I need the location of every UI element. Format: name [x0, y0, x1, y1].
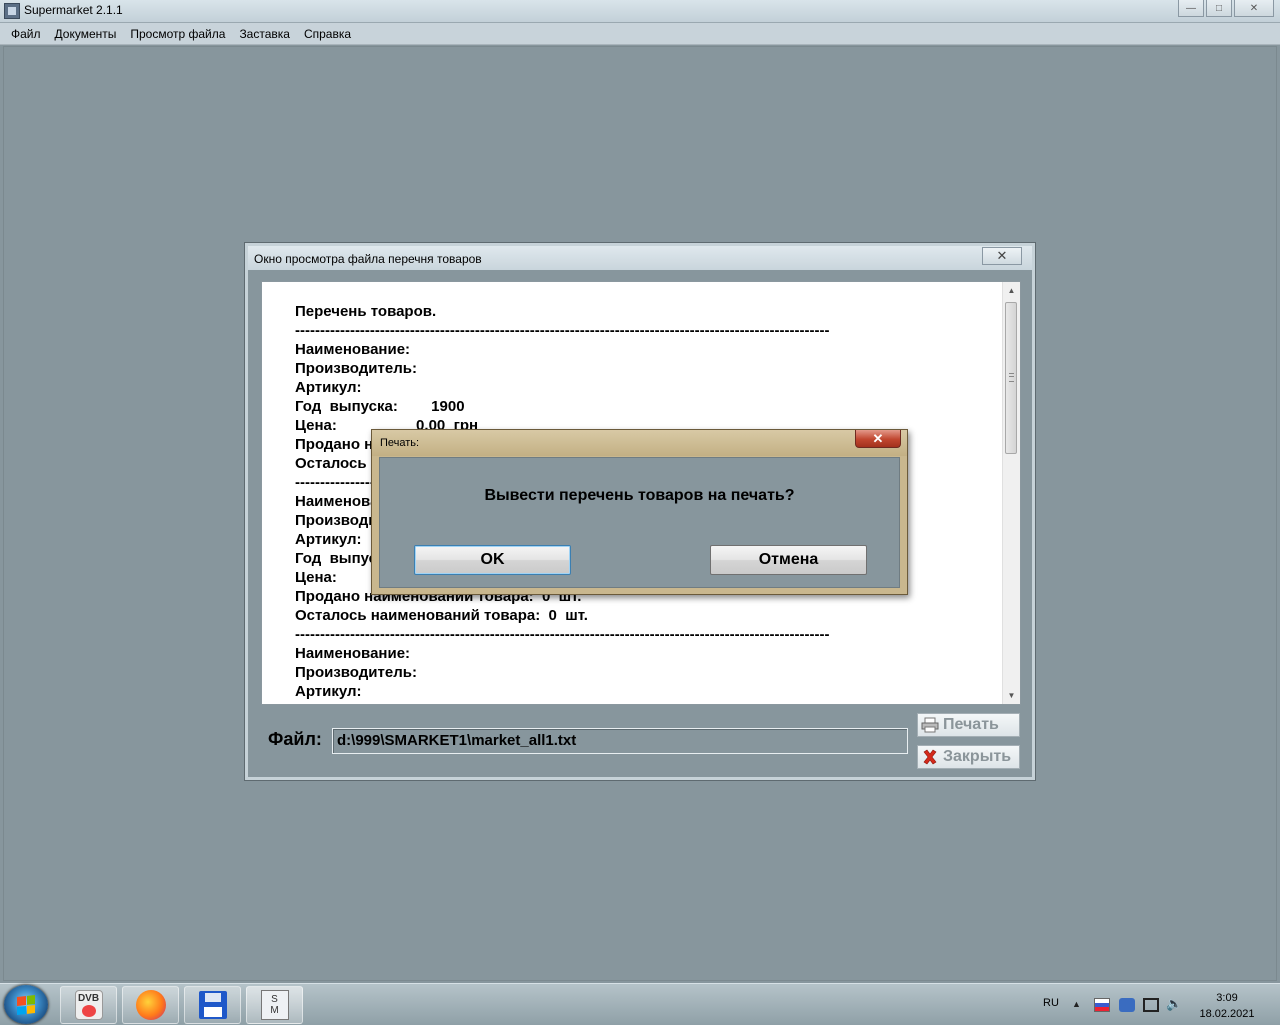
scroll-grip-icon — [1009, 373, 1014, 382]
menu-file[interactable]: Файл — [11, 27, 41, 41]
menu-splash[interactable]: Заставка — [239, 27, 290, 41]
maximize-button[interactable]: □ — [1206, 0, 1232, 17]
file-label: Файл: — [268, 729, 322, 749]
dialog-message: Вывести перечень товаров на печать? — [484, 487, 795, 504]
viewer-close-button[interactable]: ✕ — [982, 247, 1022, 265]
firefox-icon — [135, 990, 166, 1020]
print-button[interactable]: Печать — [917, 713, 1020, 737]
viewer-title: Окно просмотра файла перечня товаров — [254, 252, 482, 266]
clock-date: 18.02.2021 — [1199, 1008, 1255, 1020]
taskbar-firefox[interactable] — [122, 986, 179, 1024]
clock-time: 3:09 — [1216, 992, 1238, 1004]
clock[interactable]: 3:09 18.02.2021 — [1192, 990, 1262, 1022]
printer-icon — [921, 716, 939, 734]
print-button-label: Печать — [943, 716, 999, 733]
close-button[interactable]: ✕ — [1234, 0, 1274, 17]
dialog-close-button[interactable]: ✕ — [855, 430, 901, 448]
volume-icon[interactable]: 🔈 — [1166, 996, 1182, 1011]
close-viewer-button[interactable]: Закрыть — [917, 745, 1020, 769]
taskbar-supermarket[interactable]: SM — [246, 986, 303, 1024]
app-icon — [4, 3, 20, 19]
scroll-down-icon[interactable]: ▼ — [1003, 687, 1020, 704]
scroll-thumb[interactable] — [1005, 302, 1017, 454]
menu-documents[interactable]: Документы — [55, 27, 117, 41]
minimize-button[interactable]: — — [1178, 0, 1204, 17]
tray-flag-icon[interactable] — [1094, 998, 1110, 1012]
menu-view-file[interactable]: Просмотр файла — [130, 27, 225, 41]
file-path-field[interactable]: d:\999\SMARKET1\market_all1.txt — [332, 728, 908, 754]
supermarket-icon: SM — [260, 990, 289, 1020]
floppy-icon — [198, 991, 227, 1019]
viewer-titlebar[interactable]: Окно просмотра файла перечня товаров ✕ — [248, 246, 1032, 270]
dialog-titlebar[interactable]: Печать: ✕ — [372, 430, 907, 456]
menu-help[interactable]: Справка — [304, 27, 351, 41]
print-dialog: Печать: ✕ Вывести перечень товаров на пе… — [371, 429, 908, 595]
cancel-button[interactable]: Отмена — [710, 545, 867, 575]
tray-network-icon[interactable] — [1143, 998, 1159, 1012]
dvb-icon: DVB — [74, 990, 103, 1020]
dialog-title: Печать: — [380, 437, 420, 449]
taskbar-dvb[interactable]: DVB — [60, 986, 117, 1024]
menubar: Файл Документы Просмотр файла Заставка С… — [0, 23, 1280, 45]
taskbar: DVB SM RU ▲ 🔈 3:09 18.02.2021 — [0, 983, 1280, 1025]
app-titlebar: Supermarket 2.1.1 — □ ✕ — [0, 0, 1280, 23]
vertical-scrollbar[interactable]: ▲ ▼ — [1002, 282, 1020, 704]
tray-app-icon[interactable] — [1119, 998, 1135, 1012]
red-x-icon — [921, 748, 939, 766]
dialog-body: Вывести перечень товаров на печать? OK О… — [379, 457, 900, 588]
app-title: Supermarket 2.1.1 — [24, 3, 123, 17]
tray-expand-icon[interactable]: ▲ — [1072, 999, 1081, 1009]
start-button[interactable] — [4, 985, 48, 1024]
ok-button[interactable]: OK — [414, 545, 571, 575]
close-viewer-button-label: Закрыть — [943, 748, 1012, 765]
window-controls: — □ ✕ — [1178, 0, 1274, 17]
language-indicator[interactable]: RU — [1043, 997, 1059, 1009]
windows-logo-icon — [17, 994, 35, 1015]
scroll-up-icon[interactable]: ▲ — [1003, 282, 1020, 299]
taskbar-save-app[interactable] — [184, 986, 241, 1024]
